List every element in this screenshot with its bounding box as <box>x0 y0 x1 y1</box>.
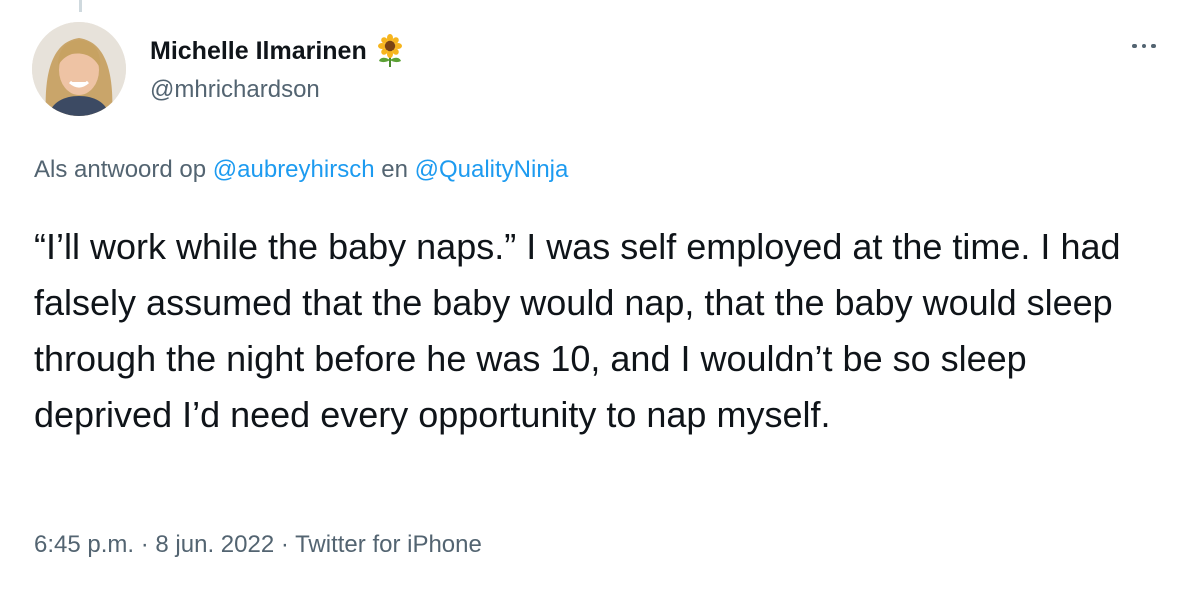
meta-separator: · <box>280 531 289 558</box>
more-options-button[interactable] <box>1122 34 1166 58</box>
ellipsis-icon-dot-1 <box>1132 43 1137 49</box>
tweet-date-link[interactable]: 8 jun. 2022 <box>155 531 274 558</box>
mention-link-qualityninja[interactable]: @QualityNinja <box>415 156 569 183</box>
ellipsis-icon-dot-3 <box>1151 43 1156 49</box>
tweet-time-link[interactable]: 6:45 p.m. <box>34 531 134 558</box>
author-display-name[interactable]: Michelle Ilmarinen <box>150 34 405 68</box>
reply-context: Als antwoord op @aubreyhirsch en @Qualit… <box>34 156 568 184</box>
meta-separator: · <box>140 531 149 558</box>
tweet-text: “I’ll work while the baby naps.” I was s… <box>34 226 1121 435</box>
reply-context-conjunction: en <box>381 156 408 183</box>
mention-link-aubreyhirsch[interactable]: @aubreyhirsch <box>213 156 375 183</box>
avatar[interactable] <box>32 22 126 116</box>
author-name-text: Michelle Ilmarinen <box>150 36 367 65</box>
ellipsis-icon-dot-2 <box>1141 43 1147 49</box>
author-handle[interactable]: @mhrichardson <box>150 76 320 104</box>
thread-connector-line <box>79 0 82 12</box>
reply-context-prefix: Als antwoord op <box>34 156 207 183</box>
tweet-metadata: 6:45 p.m. · 8 jun. 2022 · Twitter for iP… <box>34 531 482 559</box>
tweet-source-link[interactable]: Twitter for iPhone <box>295 531 482 558</box>
sunflower-icon <box>375 34 405 68</box>
